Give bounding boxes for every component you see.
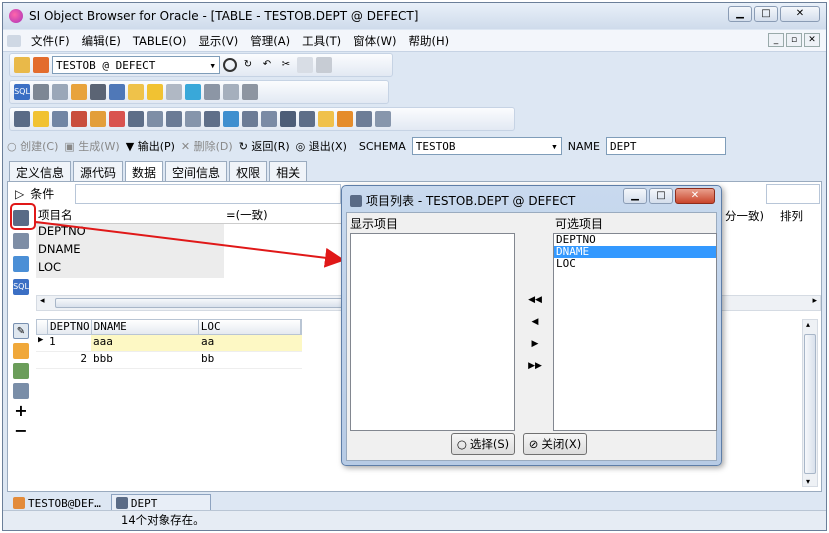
list-item-selected[interactable]: DNAME bbox=[554, 246, 716, 258]
close-circle-icon: ⊘ bbox=[528, 437, 539, 451]
select-button[interactable]: ○ 选择(S) bbox=[451, 433, 515, 455]
dialog-close-btn[interactable]: ⊘ 关闭(X) bbox=[523, 433, 587, 455]
move-all-right-icon[interactable]: ▶▶ bbox=[527, 361, 543, 371]
dialog-title: 项目列表 - TESTOB.DEPT @ DEFECT bbox=[366, 194, 576, 208]
move-left-icon[interactable]: ◀ bbox=[527, 317, 543, 327]
display-items-list[interactable] bbox=[350, 233, 515, 431]
dialog-close-button[interactable]: ✕ bbox=[675, 188, 715, 204]
dialog-body: 显示项目 可选项目 DEPTNO DNAME LOC ◀◀ ◀ ▶ ▶▶ ○ 选择… bbox=[346, 212, 717, 461]
available-items-list[interactable]: DEPTNO DNAME LOC bbox=[553, 233, 717, 431]
available-items-label: 可选项目 bbox=[555, 217, 604, 231]
list-item[interactable]: LOC bbox=[554, 258, 716, 270]
move-right-icon[interactable]: ▶ bbox=[527, 339, 543, 349]
move-all-left-icon[interactable]: ◀◀ bbox=[527, 295, 543, 305]
display-items-label: 显示项目 bbox=[350, 217, 399, 231]
dialog-minimize-button[interactable]: ▁ bbox=[623, 188, 647, 204]
item-list-dialog: 项目列表 - TESTOB.DEPT @ DEFECT ▁ □ ✕ 显示项目 可… bbox=[341, 185, 722, 466]
dialog-title-bar: 项目列表 - TESTOB.DEPT @ DEFECT bbox=[350, 192, 575, 209]
dialog-icon bbox=[350, 194, 362, 207]
dialog-maximize-button[interactable]: □ bbox=[649, 188, 673, 204]
select-circle-icon: ○ bbox=[456, 437, 467, 451]
